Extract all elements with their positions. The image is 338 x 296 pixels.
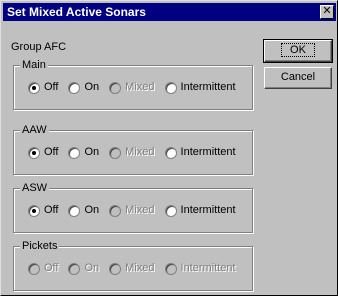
set-mixed-active-sonars-dialog: Set Mixed Active Sonars ✕ Group AFC Main… (0, 0, 338, 296)
radio-pickets-mixed: Mixed (109, 262, 155, 275)
groupbox-title-pickets: Pickets (20, 239, 60, 253)
radio-label: On (84, 204, 100, 216)
radio-aaw-mixed: Mixed (109, 146, 155, 159)
radio-label: Mixed (125, 204, 155, 216)
radio-button (28, 262, 40, 275)
radio-label: Off (44, 262, 59, 274)
radio-button[interactable] (164, 204, 177, 217)
radio-button[interactable] (68, 204, 81, 217)
radio-aaw-intermittent[interactable]: Intermittent (164, 146, 236, 159)
groupbox-pickets: Pickets Off On Mixed Intermittent (13, 239, 253, 291)
ok-button-label: OK (281, 43, 315, 57)
radio-button (109, 204, 122, 217)
radio-group-asw: Off On Mixed Intermittent (28, 204, 236, 217)
radio-group-pickets: Off On Mixed Intermittent (28, 262, 236, 275)
radio-button (109, 262, 122, 275)
radio-label: Off (44, 81, 59, 93)
groupbox-main: Main Off On Mixed Intermittent (13, 58, 253, 110)
radio-aaw-off[interactable]: Off (28, 146, 58, 159)
radio-label: Mixed (125, 146, 155, 158)
radio-button[interactable] (28, 146, 40, 159)
radio-label: Intermittent (180, 204, 236, 216)
radio-button[interactable] (164, 81, 177, 94)
radio-asw-on[interactable]: On (68, 204, 99, 217)
radio-button (109, 81, 122, 94)
radio-label: Off (44, 146, 59, 158)
radio-label: Off (44, 204, 59, 216)
groupbox-title-aaw: AAW (20, 123, 49, 137)
radio-button (164, 262, 177, 275)
radio-label: On (84, 146, 100, 158)
radio-pickets-intermittent: Intermittent (164, 262, 236, 275)
radio-label: Mixed (125, 262, 155, 274)
radio-button[interactable] (68, 81, 81, 94)
radio-asw-mixed: Mixed (109, 204, 155, 217)
radio-button[interactable] (68, 146, 81, 159)
radio-label: Mixed (125, 81, 155, 93)
groupbox-title-main: Main (20, 58, 48, 72)
radio-main-mixed: Mixed (109, 81, 155, 94)
radio-aaw-on[interactable]: On (68, 146, 99, 159)
radio-button (68, 262, 81, 275)
window-title: Set Mixed Active Sonars (7, 5, 146, 19)
radio-main-on[interactable]: On (68, 81, 99, 94)
title-bar[interactable]: Set Mixed Active Sonars ✕ (3, 3, 336, 21)
radio-asw-intermittent[interactable]: Intermittent (164, 204, 236, 217)
cancel-button-label: Cancel (280, 71, 316, 83)
group-afc-label: Group AFC (11, 41, 67, 53)
radio-label: Intermittent (180, 81, 236, 93)
radio-label: Intermittent (180, 146, 236, 158)
ok-button[interactable]: OK (263, 39, 333, 63)
radio-pickets-off: Off (28, 262, 58, 275)
radio-button[interactable] (28, 81, 40, 94)
radio-button[interactable] (164, 146, 177, 159)
radio-main-intermittent[interactable]: Intermittent (164, 81, 236, 94)
close-icon[interactable]: ✕ (320, 5, 334, 19)
radio-label: On (84, 262, 100, 274)
radio-button (109, 146, 122, 159)
radio-asw-off[interactable]: Off (28, 204, 58, 217)
radio-main-off[interactable]: Off (28, 81, 58, 94)
groupbox-title-asw: ASW (20, 181, 50, 195)
radio-pickets-on: On (68, 262, 99, 275)
radio-group-aaw: Off On Mixed Intermittent (28, 146, 236, 159)
groupbox-aaw: AAW Off On Mixed Intermittent (13, 123, 253, 175)
radio-button[interactable] (28, 204, 40, 217)
cancel-button[interactable]: Cancel (264, 67, 332, 89)
radio-group-main: Off On Mixed Intermittent (28, 81, 236, 94)
groupbox-asw: ASW Off On Mixed Intermittent (13, 181, 253, 233)
radio-label: Intermittent (180, 262, 236, 274)
radio-label: On (84, 81, 100, 93)
